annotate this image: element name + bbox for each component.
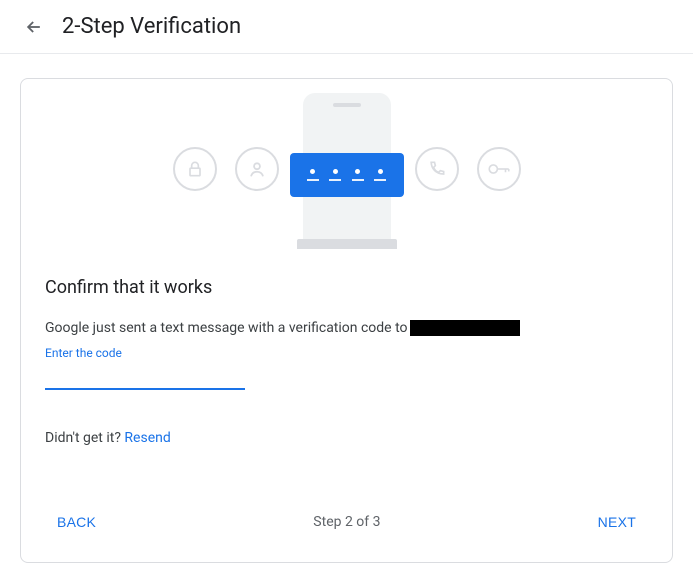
section-heading: Confirm that it works	[45, 277, 648, 298]
next-button[interactable]: Next	[586, 506, 648, 538]
description-text: Google just sent a text message with a v…	[45, 320, 648, 336]
code-input[interactable]	[45, 360, 245, 390]
hero-illustration	[21, 79, 672, 259]
card-footer: Back Step 2 of 3 Next	[21, 470, 672, 562]
phone-illustration	[297, 89, 397, 249]
key-icon	[477, 147, 521, 191]
phone-number-redacted	[410, 320, 520, 336]
lock-icon	[173, 147, 217, 191]
card-content: Confirm that it works Google just sent a…	[21, 277, 672, 470]
back-button[interactable]: Back	[45, 506, 108, 538]
page-title: 2-Step Verification	[62, 14, 241, 39]
code-field: Enter the code	[45, 346, 245, 390]
step-indicator: Step 2 of 3	[313, 514, 380, 530]
resend-link[interactable]: Resend	[124, 430, 170, 446]
page-header: 2-Step Verification	[0, 0, 693, 54]
back-arrow-icon[interactable]	[24, 17, 44, 37]
person-icon	[235, 147, 279, 191]
code-bubble-icon	[290, 153, 404, 197]
description-lead: Google just sent a text message with a v…	[45, 320, 408, 336]
phone-call-icon	[415, 147, 459, 191]
resend-prompt: Didn't get it?	[45, 430, 124, 446]
resend-row: Didn't get it? Resend	[45, 430, 648, 446]
setup-card: Confirm that it works Google just sent a…	[20, 78, 673, 563]
code-input-label: Enter the code	[45, 346, 245, 360]
